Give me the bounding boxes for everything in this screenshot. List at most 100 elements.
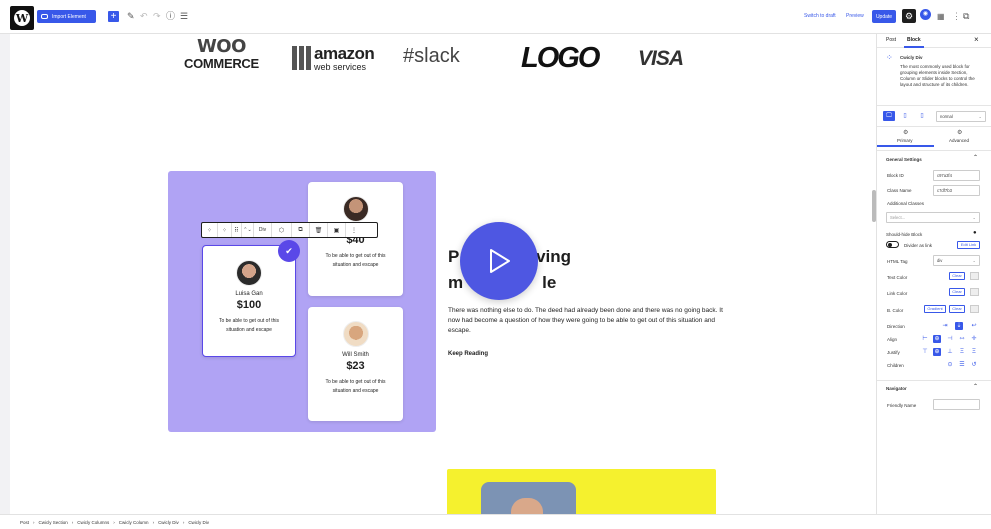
tab-advanced[interactable]: Advanced	[949, 138, 969, 143]
text-color-swatch[interactable]	[970, 272, 979, 280]
class-name-input[interactable]: c7df7b3	[933, 185, 980, 196]
collapse-icon[interactable]: ⌃	[973, 383, 978, 390]
block-toolbar: ⁘ ⁘ ⠿ ⌃⌄ Div ⬡ ⧉ 🗑 ▣ ⋮	[201, 222, 378, 238]
more-options-icon[interactable]: ⋮	[952, 10, 961, 23]
move-up-down-icon[interactable]: ⌃⌄	[242, 223, 254, 237]
breadcrumb-item[interactable]: Cwicly Columns	[77, 520, 109, 525]
check-icon[interactable]: ✔	[278, 240, 300, 262]
close-icon[interactable]: ×	[974, 35, 979, 44]
delete-icon[interactable]: 🗑	[310, 223, 328, 237]
pricing-card[interactable]: Luisa Gan $100 To be able to get out of …	[202, 245, 296, 357]
justify-end-icon[interactable]: ⊥	[946, 348, 954, 356]
mobile-view-icon[interactable]: ▯	[918, 112, 926, 120]
direction-row-icon[interactable]: ⇥	[941, 322, 949, 330]
logo-strip: WOO COMMERCE amazon web services #slack …	[184, 36, 684, 75]
children-list-icon[interactable]: ☰	[958, 361, 966, 369]
aws-cubes-icon	[292, 46, 312, 70]
general-settings-heading[interactable]: General Settings	[886, 157, 922, 162]
align-end-icon[interactable]: ⊣	[946, 335, 954, 343]
breadcrumb-item[interactable]: Post	[20, 520, 29, 525]
edit-link-button[interactable]: Edit Link	[957, 241, 980, 249]
chevron-down-icon: ⌄	[978, 114, 982, 119]
link-color-clear-button[interactable]: Clear	[949, 288, 965, 296]
tab-block[interactable]: Block	[907, 37, 921, 43]
chevron-down-icon: ⌄	[972, 258, 976, 263]
more-icon[interactable]: ⋮	[346, 223, 362, 237]
update-button[interactable]: Update	[872, 10, 896, 23]
tablet-view-icon[interactable]: ▯	[901, 112, 909, 120]
preview-link[interactable]: Preview	[846, 13, 864, 19]
b-color-swatch[interactable]	[970, 305, 979, 313]
layout-icon[interactable]: ▦	[937, 10, 945, 23]
style-icon[interactable]: ⬡	[272, 223, 292, 237]
add-block-button[interactable]: +	[108, 11, 119, 22]
pricing-card[interactable]: Will Smith $23 To be able to get out of …	[308, 307, 403, 421]
info-icon[interactable]: ⓘ	[166, 10, 175, 23]
align-stretch-icon[interactable]: ⇿	[958, 335, 966, 343]
additional-classes-select[interactable]: Select... ⌄	[886, 212, 980, 223]
tab-primary[interactable]: Primary	[897, 138, 913, 143]
justify-center-icon[interactable]: ⊕	[933, 348, 941, 356]
justify-around-icon[interactable]: Ξ	[970, 348, 978, 356]
import-element-button[interactable]: Import Element	[37, 10, 96, 23]
editor-toolbar: W Import Element + ✎ ↶ ↷ ⓘ ☰ Switch to d…	[0, 0, 991, 34]
import-icon	[41, 14, 48, 19]
direction-column-icon[interactable]: ⇣	[955, 322, 963, 330]
direction-reverse-icon[interactable]: ↩	[970, 322, 978, 330]
copy-icon[interactable]: ⧉	[292, 223, 310, 237]
justify-between-icon[interactable]: Ξ	[958, 348, 966, 356]
align-center-icon[interactable]: ⊕	[933, 335, 941, 343]
breadcrumb-item[interactable]: Cwicly Section	[39, 520, 68, 525]
help-icon[interactable]: ●	[973, 230, 977, 236]
gradient-button[interactable]: Gradient	[924, 305, 946, 313]
block-name: Cwicly Div	[900, 55, 923, 60]
settings-sidebar: Post Block × ⁘ Cwicly Div The most commo…	[876, 34, 991, 514]
breadcrumb: Post › Cwicly Section › Cwicly Columns › Cw…	[0, 514, 991, 529]
b-color-clear-button[interactable]: Clear	[949, 305, 965, 313]
wordpress-logo-icon[interactable]: W	[10, 6, 34, 30]
keep-reading-link[interactable]: Keep Reading	[448, 351, 488, 357]
html-tag-select[interactable]: div ⌄	[933, 255, 980, 266]
video-play-button[interactable]	[460, 222, 538, 300]
collapse-icon[interactable]: ⌃	[973, 154, 978, 161]
person-photo	[481, 482, 576, 514]
friendly-name-input[interactable]	[933, 399, 980, 410]
block-id-input[interactable]: c97a3f4	[933, 170, 980, 181]
advanced-tab-icon: ⚙	[957, 130, 963, 136]
state-select[interactable]: normal ⌄	[936, 111, 986, 122]
panels-icon[interactable]: ⧉	[963, 10, 969, 23]
breadcrumb-item[interactable]: Cwicly Div	[188, 520, 209, 525]
breadcrumb-item[interactable]: Cwicly Column	[119, 520, 149, 525]
logo-wordmark: LOGO	[521, 42, 600, 74]
pricing-card[interactable]: $40 To be able to get out of this situat…	[308, 182, 403, 296]
primary-tab-icon: ⚙	[903, 130, 909, 136]
slack-logo: #slack	[403, 45, 460, 67]
cwicly-plugin-icon[interactable]: ◉	[920, 9, 931, 20]
parent-block-icon[interactable]: ⁘	[218, 223, 232, 237]
breadcrumb-item[interactable]: Cwicly Div	[158, 520, 179, 525]
text-color-clear-button[interactable]: Clear	[949, 272, 965, 280]
block-description: The most commonly used block for groupin…	[900, 64, 975, 87]
link-toggle[interactable]	[886, 241, 899, 248]
desktop-view-icon[interactable]: 🖵	[883, 111, 895, 121]
visa-logo: VISA	[638, 47, 684, 70]
children-settings-icon[interactable]: ⊙	[946, 361, 954, 369]
align-start-icon[interactable]: ⊢	[921, 335, 929, 343]
undo-icon[interactable]: ↶	[140, 10, 148, 23]
list-view-icon[interactable]: ☰	[180, 10, 188, 23]
block-type-icon[interactable]: ⁘	[202, 223, 218, 237]
avatar	[342, 196, 369, 222]
children-reset-icon[interactable]: ↺	[970, 361, 978, 369]
save-icon[interactable]: ▣	[328, 223, 346, 237]
navigator-heading[interactable]: Navigator	[886, 386, 907, 391]
justify-start-icon[interactable]: ⊤	[921, 348, 929, 356]
link-color-swatch[interactable]	[970, 288, 979, 296]
pen-tool-icon[interactable]: ✎	[127, 10, 135, 23]
tab-post[interactable]: Post	[886, 37, 896, 43]
drag-handle-icon[interactable]: ⠿	[232, 223, 242, 237]
switch-to-draft-link[interactable]: Switch to draft	[804, 13, 836, 19]
settings-gear-icon[interactable]: ⚙	[902, 9, 916, 23]
align-baseline-icon[interactable]: ✛	[970, 335, 978, 343]
redo-icon[interactable]: ↷	[153, 10, 161, 23]
block-tag-label[interactable]: Div	[254, 223, 272, 237]
